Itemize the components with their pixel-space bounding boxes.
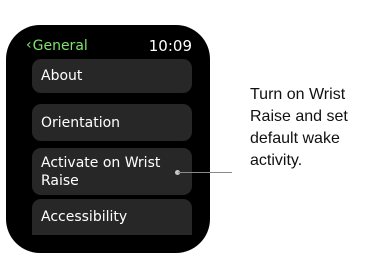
menu-item-label: Accessibility xyxy=(41,209,128,225)
menu-item-label: About xyxy=(41,68,83,84)
status-bar: ‹ General 10:09 xyxy=(26,36,192,56)
menu-item-activate-on-wrist-raise[interactable]: Activate on Wrist Raise xyxy=(32,148,192,195)
back-button[interactable]: ‹ General xyxy=(26,37,88,54)
callout-text: Turn on Wrist Raise and set default wake… xyxy=(250,86,348,169)
clock-time: 10:09 xyxy=(148,37,192,55)
menu-item-accessibility[interactable]: Accessibility xyxy=(32,199,192,235)
menu-item-about[interactable]: About xyxy=(32,59,192,93)
menu-item-orientation[interactable]: Orientation xyxy=(32,104,192,141)
back-label: General xyxy=(32,38,88,54)
menu-item-label: Orientation xyxy=(41,114,121,131)
chevron-left-icon: ‹ xyxy=(26,37,32,53)
callout-line xyxy=(178,172,232,173)
menu-item-label: Activate on Wrist Raise xyxy=(41,154,161,189)
